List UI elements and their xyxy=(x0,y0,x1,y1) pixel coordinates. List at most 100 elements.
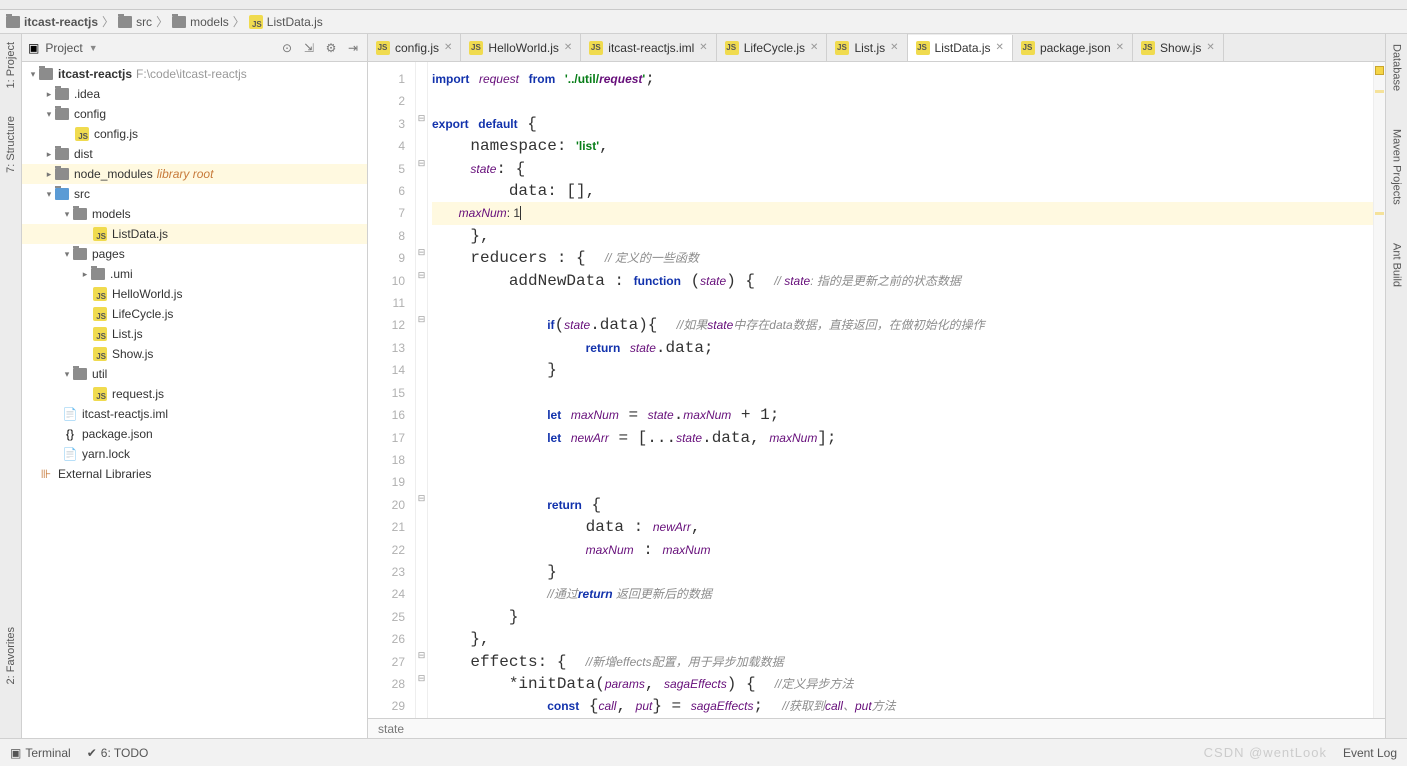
tab-label: Show.js xyxy=(1160,41,1201,55)
tree-dist[interactable]: ▸dist xyxy=(22,144,367,164)
chevron-right-icon: 〉 xyxy=(102,13,114,30)
tree-util[interactable]: ▾util xyxy=(22,364,367,384)
tool-maven[interactable]: Maven Projects xyxy=(1391,125,1403,209)
chevron-right-icon: ▸ xyxy=(80,269,90,280)
folder-icon xyxy=(55,168,69,180)
editor-tab[interactable]: JSitcast-reactjs.iml✕ xyxy=(581,34,716,61)
close-icon[interactable]: ✕ xyxy=(810,42,818,53)
crumb-project[interactable]: itcast-reactjs xyxy=(6,15,98,29)
tree-config[interactable]: ▾config xyxy=(22,104,367,124)
tree-pkg[interactable]: {}package.json xyxy=(22,424,367,444)
folder-icon xyxy=(73,248,87,260)
tree-models[interactable]: ▾models xyxy=(22,204,367,224)
project-panel: ▣ Project ▼ ⊙ ⇲ ⚙ ⇥ ▾itcast-reactjsF:\co… xyxy=(22,34,368,738)
gear-icon[interactable]: ⚙ xyxy=(323,40,339,56)
folder-icon xyxy=(172,16,186,28)
tool-project[interactable]: 1: Project xyxy=(5,38,17,92)
js-file-icon: JS xyxy=(93,307,107,321)
locate-icon[interactable]: ⊙ xyxy=(279,40,295,56)
tool-favorites[interactable]: 2: Favorites xyxy=(5,623,17,688)
tree-list[interactable]: JSList.js xyxy=(22,324,367,344)
js-file-icon: JS xyxy=(725,41,739,55)
folder-icon xyxy=(55,108,69,120)
watermark: CSDN @wentLook xyxy=(1204,745,1327,760)
status-bar: ▣Terminal ✔6: TODO CSDN @wentLook Event … xyxy=(0,738,1407,766)
folder-icon xyxy=(91,268,105,280)
crumb-src[interactable]: src xyxy=(118,15,152,29)
close-icon[interactable]: ✕ xyxy=(1116,42,1124,53)
js-file-icon: JS xyxy=(376,41,390,55)
close-icon[interactable]: ✕ xyxy=(564,42,572,53)
chevron-down-icon: ▾ xyxy=(28,69,38,80)
tool-ant[interactable]: Ant Build xyxy=(1391,239,1403,291)
warning-marker[interactable] xyxy=(1375,90,1384,93)
close-icon[interactable]: ✕ xyxy=(890,42,898,53)
hide-icon[interactable]: ⇥ xyxy=(345,40,361,56)
tree-src[interactable]: ▾src xyxy=(22,184,367,204)
editor-tab[interactable]: JS LifeCycle.js ✕ xyxy=(717,34,828,61)
chevron-down-icon: ▾ xyxy=(44,189,54,200)
editor-tabs: JSconfig.js✕JSHelloWorld.js✕JSitcast-rea… xyxy=(368,34,1385,62)
chevron-down-icon: ▾ xyxy=(62,209,72,220)
tab-label: ListData.js xyxy=(935,41,991,55)
left-tool-stripe: 1: Project 7: Structure 2: Favorites xyxy=(0,34,22,738)
status-todo[interactable]: ✔6: TODO xyxy=(87,746,149,760)
close-icon[interactable]: ✕ xyxy=(444,42,452,53)
js-file-icon: JS xyxy=(589,41,603,55)
status-event-log[interactable]: Event Log xyxy=(1343,746,1397,760)
crumb-file[interactable]: JSListData.js xyxy=(249,15,323,29)
tree-show[interactable]: JSShow.js xyxy=(22,344,367,364)
marker-strip[interactable] xyxy=(1373,62,1385,718)
close-icon[interactable]: ✕ xyxy=(1206,42,1214,53)
fold-strip[interactable]: ⊟⊟⊟⊟⊟⊟⊟⊟ xyxy=(416,62,428,718)
folder-icon xyxy=(73,208,87,220)
folder-icon xyxy=(118,16,132,28)
editor-breadcrumb[interactable]: state xyxy=(368,718,1385,738)
inspection-indicator[interactable] xyxy=(1375,66,1384,75)
close-icon[interactable]: ✕ xyxy=(996,42,1004,53)
tree-request[interactable]: JSrequest.js xyxy=(22,384,367,404)
chevron-down-icon[interactable]: ▼ xyxy=(89,43,98,53)
file-icon: 📄 xyxy=(62,447,78,461)
tree-node-modules[interactable]: ▸node_moduleslibrary root xyxy=(22,164,367,184)
collapse-all-icon[interactable]: ⇲ xyxy=(301,40,317,56)
tree-life[interactable]: JSLifeCycle.js xyxy=(22,304,367,324)
tree-idea[interactable]: ▸.idea xyxy=(22,84,367,104)
editor-tab[interactable]: JSListData.js✕ xyxy=(908,35,1013,62)
tree-config-js[interactable]: JSconfig.js xyxy=(22,124,367,144)
crumb-models[interactable]: models xyxy=(172,15,229,29)
editor-tab[interactable]: JSpackage.json✕ xyxy=(1013,34,1133,61)
code-area[interactable]: import request from '../util/request'; e… xyxy=(428,62,1373,718)
tree-project-root[interactable]: ▾itcast-reactjsF:\code\itcast-reactjs xyxy=(22,64,367,84)
main-toolbar[interactable] xyxy=(0,0,1407,10)
tool-structure[interactable]: 7: Structure xyxy=(5,112,17,177)
project-tree[interactable]: ▾itcast-reactjsF:\code\itcast-reactjs ▸.… xyxy=(22,62,367,738)
tree-external-libs[interactable]: ⊪External Libraries xyxy=(22,464,367,484)
js-file-icon: JS xyxy=(93,287,107,301)
tree-iml[interactable]: 📄itcast-reactjs.iml xyxy=(22,404,367,424)
editor-tab[interactable]: JSList.js✕ xyxy=(827,34,907,61)
tree-yarn[interactable]: 📄yarn.lock xyxy=(22,444,367,464)
tab-label: LifeCycle.js xyxy=(744,41,805,55)
json-file-icon: {} xyxy=(62,427,78,441)
project-view-icon[interactable]: ▣ xyxy=(28,41,39,55)
tree-listdata[interactable]: JSListData.js xyxy=(22,224,367,244)
chevron-right-icon: ▸ xyxy=(44,169,54,180)
tree-umi[interactable]: ▸.umi xyxy=(22,264,367,284)
tree-pages[interactable]: ▾pages xyxy=(22,244,367,264)
editor-tab[interactable]: JSShow.js✕ xyxy=(1133,34,1224,61)
tab-label: List.js xyxy=(854,41,885,55)
editor-tab[interactable]: JSconfig.js✕ xyxy=(368,34,461,61)
tool-database[interactable]: Database xyxy=(1391,40,1403,95)
editor-tab[interactable]: JSHelloWorld.js✕ xyxy=(461,34,581,61)
terminal-icon: ▣ xyxy=(10,746,21,760)
status-terminal[interactable]: ▣Terminal xyxy=(10,746,71,760)
tab-label: HelloWorld.js xyxy=(488,41,558,55)
warning-marker[interactable] xyxy=(1375,212,1384,215)
tree-hello[interactable]: JSHelloWorld.js xyxy=(22,284,367,304)
code-editor[interactable]: 1234567891011121314151617181920212223242… xyxy=(368,62,1385,718)
project-panel-title: Project xyxy=(45,41,82,55)
folder-icon xyxy=(39,68,53,80)
js-file-icon: JS xyxy=(1021,41,1035,55)
close-icon[interactable]: ✕ xyxy=(699,42,707,53)
